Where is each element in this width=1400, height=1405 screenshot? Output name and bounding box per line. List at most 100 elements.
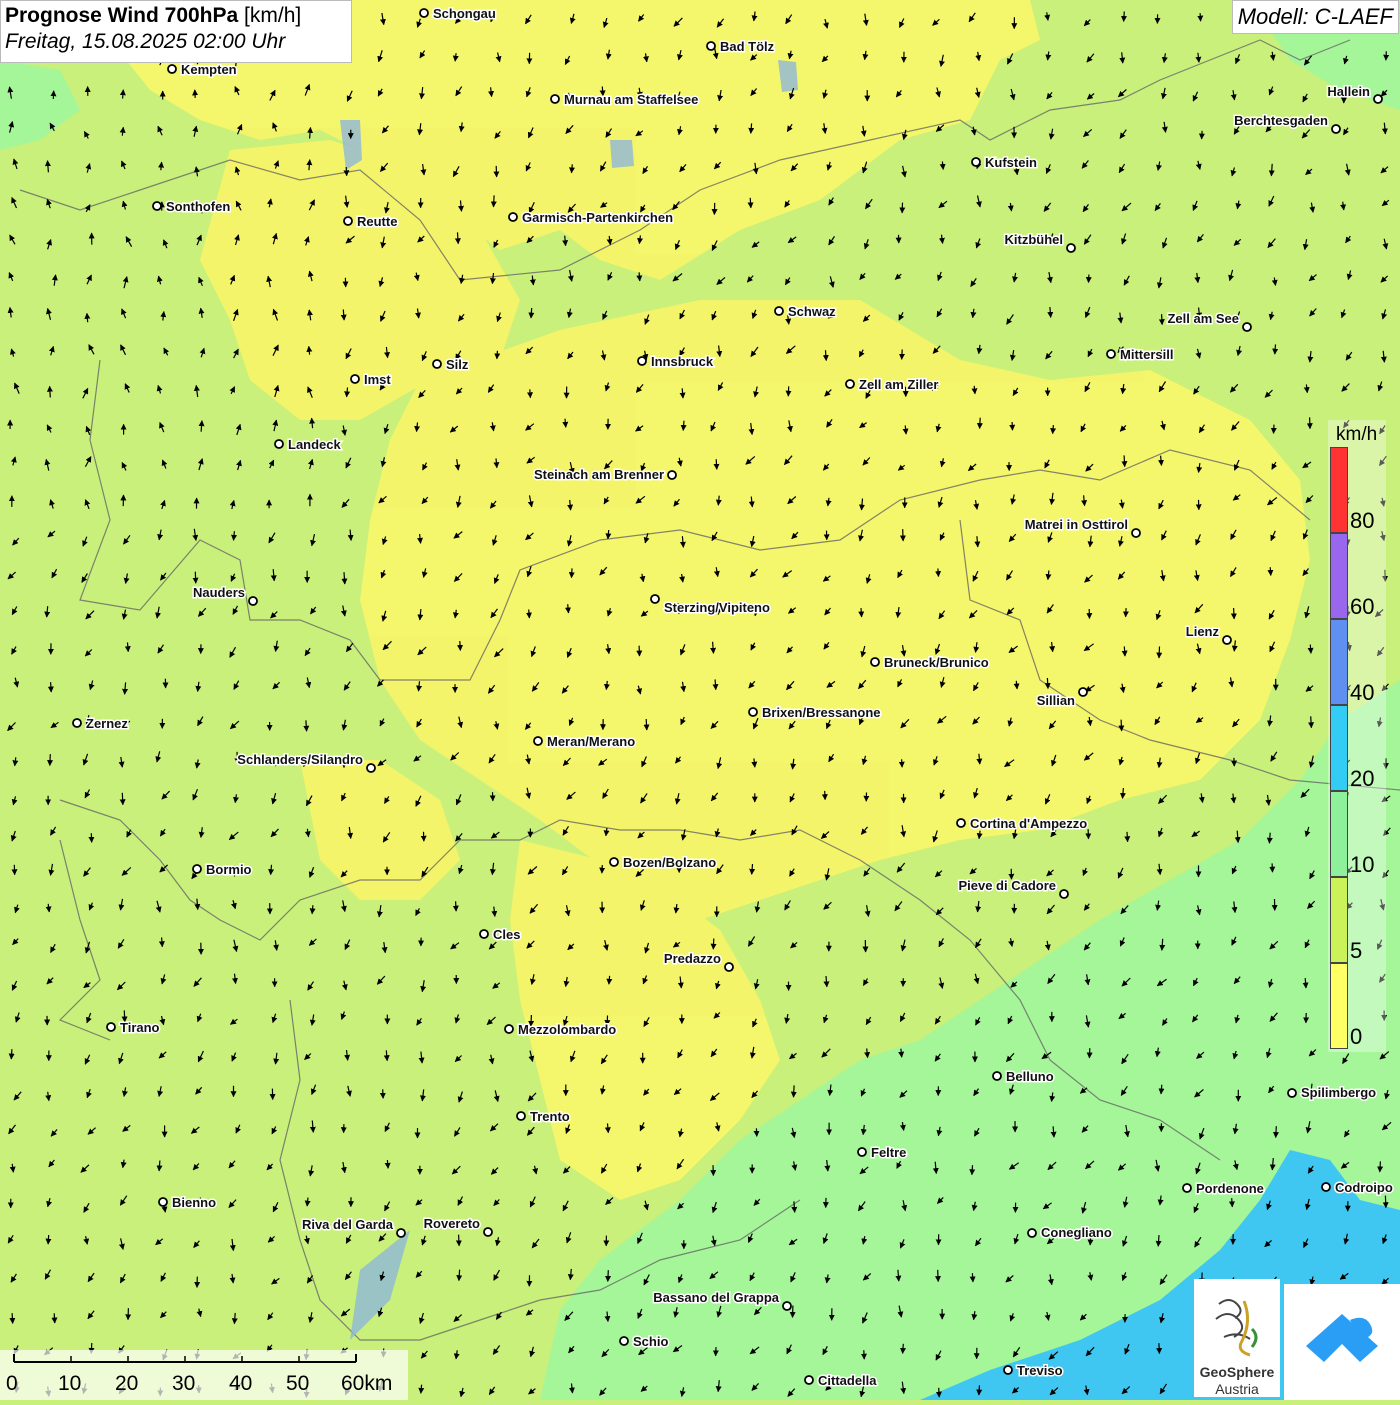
city-label: Nauders: [193, 585, 245, 600]
wind-arrow: [1047, 678, 1048, 689]
city-label: Cittadella: [818, 1373, 877, 1388]
city-label: Schongau: [433, 6, 496, 21]
city-label: Zell am See: [1167, 311, 1239, 326]
city-dot: [1183, 1184, 1191, 1192]
city-dot: [651, 595, 659, 603]
city-label: Bienno: [172, 1195, 216, 1210]
scale-label-50: 50: [286, 1372, 309, 1396]
wind-arrow: [1202, 131, 1203, 139]
city-dot: [1004, 1366, 1012, 1374]
city-dot: [107, 1023, 115, 1031]
wind-arrow: [938, 569, 939, 577]
city-label: Berchtesgaden: [1234, 113, 1328, 128]
city-label: Sonthofen: [166, 199, 230, 214]
city-dot: [775, 307, 783, 315]
wind-arrow: [1269, 833, 1270, 844]
city-dot: [480, 930, 488, 938]
city-label: Pieve di Cadore: [958, 878, 1056, 893]
logo-line2: Austria: [1194, 1381, 1280, 1397]
city-label: Silz: [446, 357, 469, 372]
city-marker: Murnau am Staffelsee: [551, 92, 698, 107]
scale-label-20: 20: [115, 1372, 138, 1396]
legend-label-60: 60: [1350, 594, 1374, 620]
city-dot: [249, 597, 257, 605]
wind-arrow: [344, 572, 345, 584]
wind-arrow: [234, 1313, 235, 1324]
model-label: Modell: C-LAEF: [1232, 0, 1399, 34]
city-dot: [505, 1025, 513, 1033]
partner-logo[interactable]: [1284, 1284, 1400, 1400]
city-dot: [871, 658, 879, 666]
wind-arrow: [1385, 1196, 1386, 1208]
city-marker: Spilimbergo: [1288, 1085, 1376, 1100]
wind-arrow: [715, 679, 716, 689]
city-dot: [517, 1112, 525, 1120]
wind-arrow: [128, 642, 129, 651]
wind-arrow: [1305, 978, 1306, 988]
wind-arrow: [794, 1085, 795, 1097]
wind-arrow: [608, 1123, 609, 1132]
wind-arrow: [456, 901, 457, 911]
city-dot: [1060, 890, 1068, 898]
city-label: Zell am Ziller: [859, 377, 938, 392]
city-dot: [159, 1198, 167, 1206]
geosphere-logo[interactable]: GeoSphere Austria: [1194, 1279, 1280, 1397]
city-dot: [153, 202, 161, 210]
wind-arrow: [826, 350, 827, 360]
city-dot: [1132, 529, 1140, 537]
wind-arrow: [1380, 1161, 1381, 1172]
city-dot: [668, 471, 676, 479]
city-label: Feltre: [871, 1145, 906, 1160]
city-marker: Cortina d'Ampezzo: [957, 816, 1087, 831]
city-label: Predazzo: [664, 951, 721, 966]
city-dot: [749, 708, 757, 716]
city-dot: [367, 764, 375, 772]
city-dot: [433, 360, 441, 368]
wind-arrow: [1275, 344, 1276, 354]
city-dot: [484, 1228, 492, 1236]
wind-arrow: [1162, 939, 1163, 951]
legend-segment-10: [1330, 791, 1348, 877]
city-dot: [1243, 323, 1251, 331]
city-label: Schio: [633, 1334, 668, 1349]
scale-label-10: 10: [58, 1372, 81, 1396]
map-title: Prognose Wind 700hPa [km/h]: [5, 4, 347, 28]
city-dot: [509, 213, 517, 221]
city-label: Murnau am Staffelsee: [564, 92, 698, 107]
legend-unit: km/h: [1336, 424, 1377, 446]
city-label: Conegliano: [1041, 1225, 1112, 1240]
wind-arrow: [939, 1388, 940, 1397]
wind-arrow: [572, 164, 573, 173]
city-dot: [275, 440, 283, 448]
wind-arrow: [460, 641, 461, 650]
title-box: Prognose Wind 700hPa [km/h] Freitag, 15.…: [0, 0, 352, 63]
wind-arrow: [1158, 1235, 1159, 1246]
city-marker: Pordenone: [1183, 1181, 1264, 1196]
city-label: Brixen/Bressanone: [762, 705, 881, 720]
city-label: Landeck: [288, 437, 342, 452]
city-dot: [344, 217, 352, 225]
city-label: Bormio: [206, 862, 252, 877]
city-dot: [1288, 1089, 1296, 1097]
legend-label-40: 40: [1350, 680, 1374, 706]
logo-line1: GeoSphere: [1194, 1364, 1280, 1380]
wind-arrow: [1159, 1343, 1160, 1353]
wind-arrow: [979, 1385, 980, 1395]
wind-arrow: [608, 1270, 609, 1281]
wind-arrow: [646, 719, 647, 730]
wind-arrow: [1232, 1198, 1233, 1207]
wind-arrow: [903, 1344, 904, 1354]
wind-arrow: [50, 754, 51, 765]
city-dot: [1079, 688, 1087, 696]
city-label: Mittersill: [1120, 347, 1173, 362]
wind-arrow: [1161, 1085, 1162, 1094]
wind-arrow: [123, 90, 124, 99]
city-label: Rovereto: [424, 1216, 480, 1231]
wind-arrow: [902, 350, 903, 360]
legend-label-80: 80: [1350, 508, 1374, 534]
city-label: Cles: [493, 927, 520, 942]
wind-arrow: [531, 308, 532, 318]
wind-arrow: [1124, 12, 1125, 22]
wind-arrow: [752, 864, 753, 874]
city-marker: Steinach am Brenner: [534, 467, 676, 482]
